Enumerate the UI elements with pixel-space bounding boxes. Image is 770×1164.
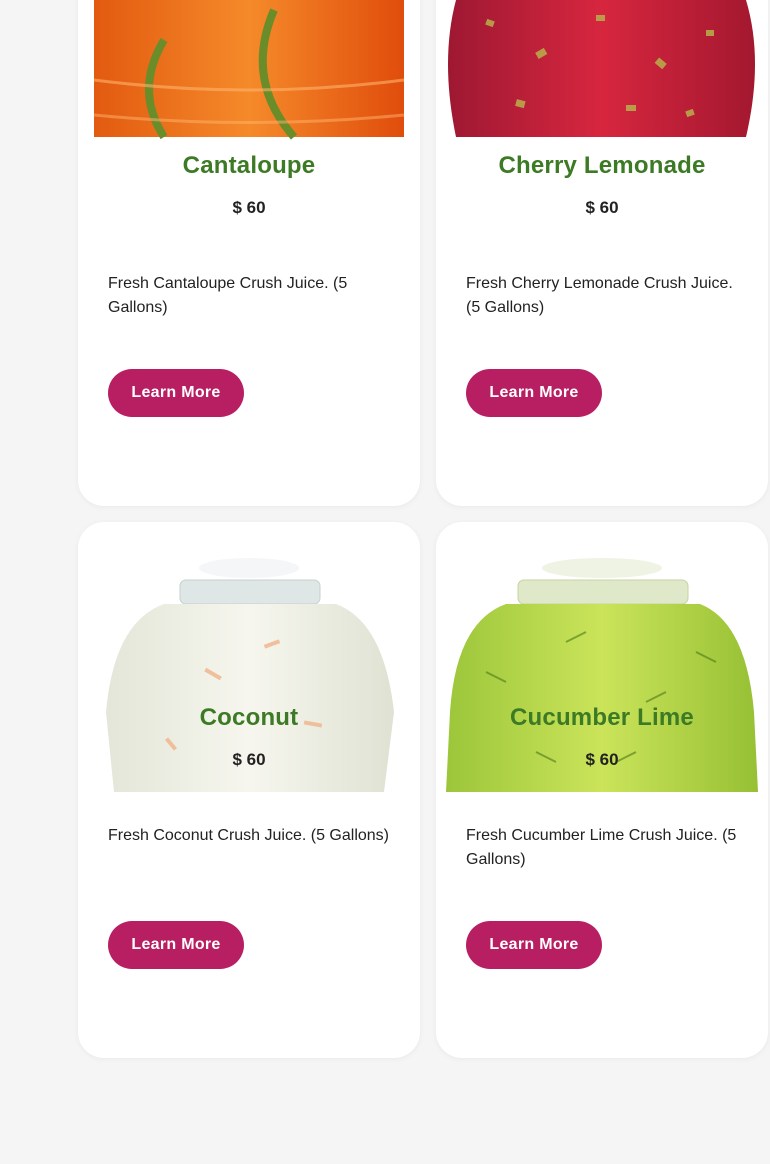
product-title: Cherry Lemonade: [498, 152, 706, 179]
product-description: Fresh Cherry Lemonade Crush Juice. (5 Ga…: [466, 275, 733, 316]
product-description: Fresh Coconut Crush Juice. (5 Gallons): [108, 827, 389, 844]
product-card-cherry-lemonade: Cherry Lemonade $ 60 Fresh Cherry Lemona…: [436, 0, 768, 506]
learn-more-button[interactable]: Learn More: [108, 921, 244, 969]
product-title: Cucumber Lime: [510, 704, 694, 731]
product-title: Coconut: [199, 704, 299, 731]
product-price: $ 60: [232, 750, 266, 769]
learn-more-button[interactable]: Learn More: [108, 369, 244, 417]
product-price: $ 60: [232, 198, 266, 217]
product-description: Fresh Cantaloupe Crush Juice. (5 Gallons…: [108, 275, 348, 316]
product-description: Fresh Cucumber Lime Crush Juice. (5 Gall…: [466, 827, 737, 868]
product-title: Cantaloupe: [182, 152, 316, 179]
product-card-coconut: Coconut $ 60 Fresh Coconut Crush Juice. …: [78, 522, 420, 1058]
learn-more-button[interactable]: Learn More: [466, 921, 602, 969]
product-card-cantaloupe: Cantaloupe $ 60 Fresh Cantaloupe Crush J…: [78, 0, 420, 506]
product-card-cucumber-lime: Cucumber Lime $ 60 Fresh Cucumber Lime C…: [436, 522, 768, 1058]
learn-more-button[interactable]: Learn More: [466, 369, 602, 417]
product-price: $ 60: [585, 750, 619, 769]
product-price: $ 60: [585, 198, 619, 217]
